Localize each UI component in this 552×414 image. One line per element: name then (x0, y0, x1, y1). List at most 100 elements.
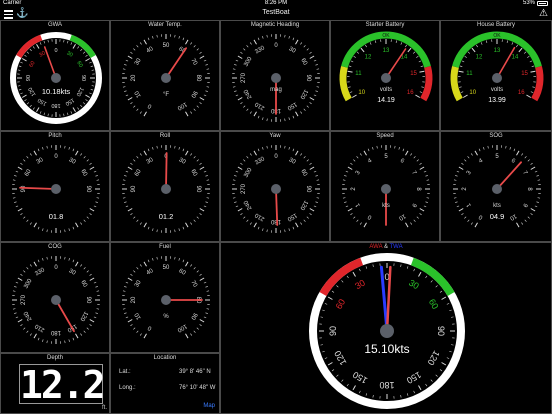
tick-label: 120 (332, 349, 348, 367)
tick-mark (93, 170, 97, 173)
tick-mark (143, 222, 147, 228)
tick-mark (63, 39, 65, 43)
tick-mark (435, 374, 438, 377)
map-link[interactable]: Map (203, 403, 215, 409)
tick-mark (347, 166, 353, 170)
tick-mark (344, 201, 347, 203)
tick-mark (461, 213, 464, 216)
tick-label: 0 (478, 213, 484, 220)
tick-mark (206, 68, 210, 70)
tick-mark (400, 42, 403, 45)
tick-mark (83, 267, 86, 270)
tick-mark (240, 51, 243, 54)
tick-mark (80, 153, 83, 156)
gauge-house-battery[interactable]: OK 10 11 12 13 14 15 16 volts 13.99 House Battery (440, 20, 552, 131)
awa-label: AWA (369, 244, 383, 250)
tick-mark (459, 86, 462, 88)
tick-mark (80, 264, 83, 267)
tick-mark (426, 197, 430, 199)
gauge-sog[interactable]: 0 1 2 3 4 5 6 7 8 9 10 kts 04.9 SOG (440, 131, 552, 242)
alert-icon[interactable]: ⚠ (539, 8, 548, 20)
tick-mark (93, 316, 97, 319)
tick-mark (237, 97, 243, 101)
tick-label: 12 (365, 55, 372, 61)
tick-label: 30 (36, 157, 45, 166)
tick-mark (365, 44, 367, 48)
gauge-awa-twa[interactable]: 0 30 60 90 120 150 180 150 120 90 60 30 15.10kts AWA… (220, 242, 552, 414)
tick-label: 1 (466, 201, 473, 207)
tick-mark (348, 65, 352, 68)
gauge-fuel[interactable]: 0102030405060708090100% Fuel (110, 242, 220, 353)
tick-mark (75, 150, 79, 156)
tick-mark (205, 312, 208, 314)
tick-mark (46, 145, 48, 149)
tick-mark (234, 64, 237, 66)
tick-mark (68, 258, 70, 261)
tick-mark (425, 383, 428, 387)
tick-mark (124, 286, 127, 288)
tick-label: 90 (189, 90, 198, 99)
tick-mark (309, 102, 312, 105)
tick-mark (26, 267, 29, 270)
tick-mark (86, 159, 89, 162)
needle-hub (271, 73, 281, 83)
tick-mark (182, 226, 185, 230)
gauge-magnetic-heading[interactable]: 0306090120150180210240270300330mag Magne… (220, 20, 330, 131)
tick-mark (232, 197, 236, 199)
tick-mark (464, 159, 467, 162)
tick-mark (316, 68, 320, 70)
tick-label: 12 (476, 55, 483, 61)
tick-mark (199, 319, 205, 323)
tick-mark (300, 111, 303, 114)
tick-mark (413, 390, 415, 394)
tick-mark (127, 208, 133, 212)
tick-mark (133, 270, 136, 273)
gauge-speed[interactable]: 0 1 2 3 4 5 6 7 8 9 10 kts Speed (330, 131, 440, 242)
tick-mark (413, 156, 416, 159)
tick-mark (400, 264, 402, 267)
gauge-water-temp[interactable]: 0 10 20 30 40 50 60 70 80 90 100 °F Water Temp. (110, 20, 220, 131)
tick-mark (185, 261, 189, 267)
tick-mark (133, 159, 136, 162)
tick-mark (130, 51, 133, 54)
location-panel[interactable]: Location Lat.: 39° 8' 46" N Long.: 76° 1… (110, 353, 220, 414)
gauge-gwa[interactable]: 0 30 60 90 120 150 180 150 120 90 60 30 10.18kts GWA (0, 20, 110, 131)
tick-label: 0 (147, 324, 153, 331)
tick-label: 50 (163, 265, 170, 271)
tick-mark (206, 197, 210, 199)
depth-panel[interactable]: Depth 12.2 ft. (0, 353, 110, 414)
gauge-starter-battery[interactable]: OK 10 11 12 13 14 15 16 volts 14.19 Starter Batte… (330, 20, 440, 131)
tick-mark (124, 312, 127, 314)
tick-mark (348, 86, 351, 88)
tick-label: 150 (286, 101, 298, 112)
tick-mark (439, 369, 443, 372)
tick-mark (133, 216, 136, 219)
tick-mark (29, 222, 32, 225)
tick-mark (315, 90, 318, 92)
gauge-title: Magnetic Heading (250, 22, 300, 28)
tick-mark (33, 222, 37, 228)
tick-mark (96, 308, 100, 310)
gauge-pitch[interactable]: 90 60 30 0 30 60 90 01.8 Pitch (0, 131, 110, 242)
tick-mark (446, 303, 450, 305)
gauge-roll[interactable]: 906030030609001.2 Roll (110, 131, 220, 242)
tick-mark (419, 213, 422, 216)
tick-mark (235, 94, 239, 97)
tick-mark (309, 208, 315, 212)
tick-mark (66, 112, 69, 116)
tick-mark (90, 65, 94, 68)
tick-mark (77, 107, 80, 110)
tick-mark (353, 216, 356, 219)
tick-mark (83, 219, 86, 222)
tick-mark (418, 60, 422, 63)
tick-mark (32, 107, 35, 110)
tick-mark (537, 179, 541, 181)
needle-hub (492, 184, 502, 194)
tick-mark (190, 111, 193, 114)
tick-mark (156, 34, 158, 38)
tick-mark (480, 42, 483, 45)
tick-mark (64, 145, 66, 149)
gauge-cog[interactable]: 0306090120150180210240270300330 COG (0, 242, 110, 353)
gauge-yaw[interactable]: 0 30 60 90 120 150 180 210 240 270 300 330 Yaw (220, 131, 330, 242)
tick-mark (124, 175, 127, 177)
